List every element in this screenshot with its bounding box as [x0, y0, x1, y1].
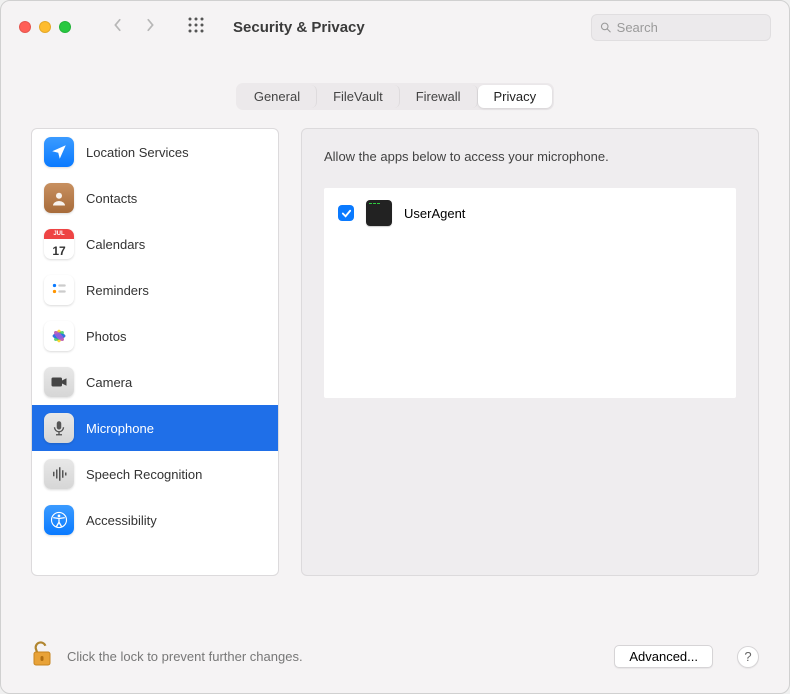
tab-privacy[interactable]: Privacy: [478, 85, 553, 108]
photos-icon: [44, 321, 74, 351]
sidebar-item-label: Camera: [86, 375, 132, 390]
app-checkbox[interactable]: [338, 205, 354, 221]
nav-buttons: [111, 18, 157, 37]
app-name: UserAgent: [404, 206, 465, 221]
camera-icon: [44, 367, 74, 397]
zoom-window-button[interactable]: [59, 21, 71, 33]
sidebar-item-label: Contacts: [86, 191, 137, 206]
sidebar-item-label: Microphone: [86, 421, 154, 436]
toolbar: Security & Privacy: [1, 1, 789, 53]
sidebar-item-label: Accessibility: [86, 513, 157, 528]
sidebar-item-label: Location Services: [86, 145, 189, 160]
detail-pane: Allow the apps below to access your micr…: [301, 128, 759, 576]
permission-hint: Allow the apps below to access your micr…: [324, 149, 736, 164]
lock-button[interactable]: [31, 640, 53, 673]
sidebar-item-contacts[interactable]: Contacts: [32, 175, 278, 221]
content-area: Location Services Contacts JUL17 Calendars R…: [1, 110, 789, 618]
reminders-icon: [44, 275, 74, 305]
close-window-button[interactable]: [19, 21, 31, 33]
sidebar-item-microphone[interactable]: Microphone: [32, 405, 278, 451]
sidebar-item-label: Photos: [86, 329, 126, 344]
footer: Click the lock to prevent further change…: [1, 640, 789, 693]
preferences-window: Security & Privacy GeneralFileVaultFirew…: [0, 0, 790, 694]
app-row: UserAgent: [338, 200, 722, 226]
advanced-button[interactable]: Advanced...: [614, 645, 713, 668]
forward-button[interactable]: [143, 18, 157, 37]
tab-bar: GeneralFileVaultFirewallPrivacy: [1, 83, 789, 110]
lock-hint: Click the lock to prevent further change…: [67, 649, 303, 664]
minimize-window-button[interactable]: [39, 21, 51, 33]
sidebar-item-photos[interactable]: Photos: [32, 313, 278, 359]
terminal-icon: [366, 200, 392, 226]
window-title: Security & Privacy: [233, 19, 365, 36]
speech-icon: [44, 459, 74, 489]
sidebar-item-speech[interactable]: Speech Recognition: [32, 451, 278, 497]
window-controls: [19, 21, 71, 33]
sidebar-item-location[interactable]: Location Services: [32, 129, 278, 175]
tab-firewall[interactable]: Firewall: [400, 85, 478, 108]
search-field[interactable]: [591, 14, 771, 41]
microphone-icon: [44, 413, 74, 443]
contacts-icon: [44, 183, 74, 213]
help-button[interactable]: ?: [737, 646, 759, 668]
search-input[interactable]: [617, 20, 762, 35]
location-arrow-icon: [44, 137, 74, 167]
sidebar-item-label: Reminders: [86, 283, 149, 298]
privacy-category-sidebar[interactable]: Location Services Contacts JUL17 Calendars R…: [31, 128, 279, 576]
tab-general[interactable]: General: [238, 85, 317, 108]
sidebar-item-reminders[interactable]: Reminders: [32, 267, 278, 313]
app-list: UserAgent: [324, 188, 736, 398]
search-icon: [600, 21, 612, 34]
tab-filevault[interactable]: FileVault: [317, 85, 400, 108]
accessibility-icon: [44, 505, 74, 535]
sidebar-item-label: Speech Recognition: [86, 467, 202, 482]
sidebar-item-label: Calendars: [86, 237, 145, 252]
sidebar-item-accessibility[interactable]: Accessibility: [32, 497, 278, 543]
sidebar-item-calendars[interactable]: JUL17 Calendars: [32, 221, 278, 267]
calendar-icon: JUL17: [44, 229, 74, 259]
show-all-button[interactable]: [187, 16, 205, 39]
sidebar-item-camera[interactable]: Camera: [32, 359, 278, 405]
back-button[interactable]: [111, 18, 125, 37]
